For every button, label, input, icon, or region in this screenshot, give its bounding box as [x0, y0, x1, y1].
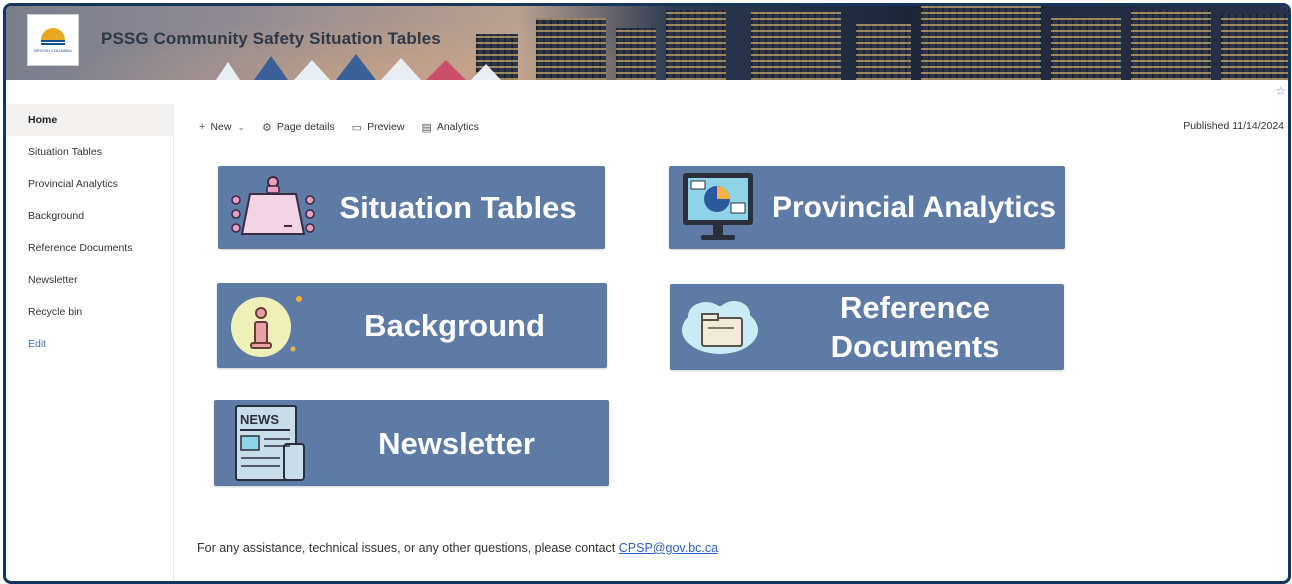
cloud-folder-icon [682, 301, 758, 354]
tile-background-label: Background [364, 308, 545, 343]
bc-logo[interactable]: BRITISH COLUMBIA [27, 14, 79, 66]
preview-icon: ▭ [351, 121, 363, 134]
newspaper-icon: NEWS [235, 405, 305, 481]
contact-email-link[interactable]: CPSP@gov.bc.ca [619, 541, 718, 555]
banner-building [856, 24, 911, 80]
analytics-monitor-icon [683, 173, 753, 240]
nav-item-reference-documents[interactable]: Reference Documents [6, 232, 173, 264]
footer-text: For any assistance, technical issues, or… [197, 541, 619, 555]
banner-building [751, 12, 841, 80]
tile-provincial-analytics[interactable]: Provincial Analytics [669, 166, 1065, 249]
site-title[interactable]: PSSG Community Safety Situation Tables [101, 29, 441, 49]
tile-situation-tables[interactable]: Situation Tables [218, 166, 605, 249]
tile-provincial-analytics-label: Provincial Analytics [771, 191, 1056, 224]
chevron-down-icon: ⌄ [237, 121, 245, 132]
page-frame: BRITISH COLUMBIA PSSG Community Safety S… [3, 3, 1291, 584]
banner-building [616, 28, 656, 80]
tile-newsletter-label: Newsletter [378, 425, 535, 461]
banner-building [536, 18, 606, 80]
published-date: Published 11/14/2024 [1183, 120, 1284, 132]
banner-building [1131, 10, 1211, 80]
analytics-icon: ▤ [421, 121, 432, 134]
page-details-button[interactable]: ⚙ Page details [262, 121, 335, 134]
banner-building [1221, 14, 1288, 80]
tile-situation-tables-label: Situation Tables [339, 190, 577, 225]
nav-item-newsletter[interactable]: Newsletter [6, 264, 173, 296]
page-details-label: Page details [276, 121, 335, 133]
left-navigation: Home Situation Tables Provincial Analyti… [6, 104, 174, 581]
preview-button[interactable]: ▭ Preview [352, 121, 405, 134]
gear-icon: ⚙ [262, 121, 272, 134]
analytics-label: Analytics [436, 121, 479, 133]
nav-item-provincial-analytics[interactable]: Provincial Analytics [6, 168, 173, 200]
nav-item-recycle-bin[interactable]: Recycle bin [6, 296, 173, 328]
tile-newsletter[interactable]: NEWS Newsletter [214, 400, 609, 486]
newspaper-icon-text: NEWS [240, 412, 279, 427]
analytics-button[interactable]: ▤ Analytics [421, 121, 478, 134]
nav-item-background[interactable]: Background [6, 200, 173, 232]
tile-reference-documents[interactable]: Reference Documents [670, 284, 1064, 370]
nav-item-home[interactable]: Home [6, 104, 173, 136]
canada-place-sails [216, 54, 501, 80]
follow-star-icon[interactable]: ☆ [1275, 84, 1286, 98]
plus-icon: + [199, 121, 206, 133]
tile-reference-line1: Reference [840, 290, 990, 325]
new-label: New [210, 121, 232, 133]
logo-text: BRITISH COLUMBIA [34, 47, 72, 53]
logo-sun [41, 27, 65, 40]
info-icon [231, 296, 302, 357]
tile-reference-line2: Documents [830, 329, 1000, 364]
logo-waves [41, 39, 65, 46]
banner-building [921, 6, 1041, 80]
banner-building [666, 10, 726, 80]
meeting-table-icon [231, 176, 315, 235]
nav-edit-link[interactable]: Edit [6, 328, 173, 360]
tile-reference-documents-label: Reference Documents [810, 288, 1020, 366]
tile-background[interactable]: Background [217, 283, 607, 368]
nav-item-situation-tables[interactable]: Situation Tables [6, 136, 173, 168]
banner-building [1051, 18, 1121, 80]
footer-contact: For any assistance, technical issues, or… [197, 541, 718, 555]
site-header-banner: BRITISH COLUMBIA PSSG Community Safety S… [6, 6, 1288, 80]
preview-label: Preview [367, 121, 405, 133]
command-bar: + New ⌄ ⚙ Page details ▭ Preview ▤ Analy… [199, 116, 496, 138]
new-button[interactable]: + New ⌄ [199, 121, 245, 133]
